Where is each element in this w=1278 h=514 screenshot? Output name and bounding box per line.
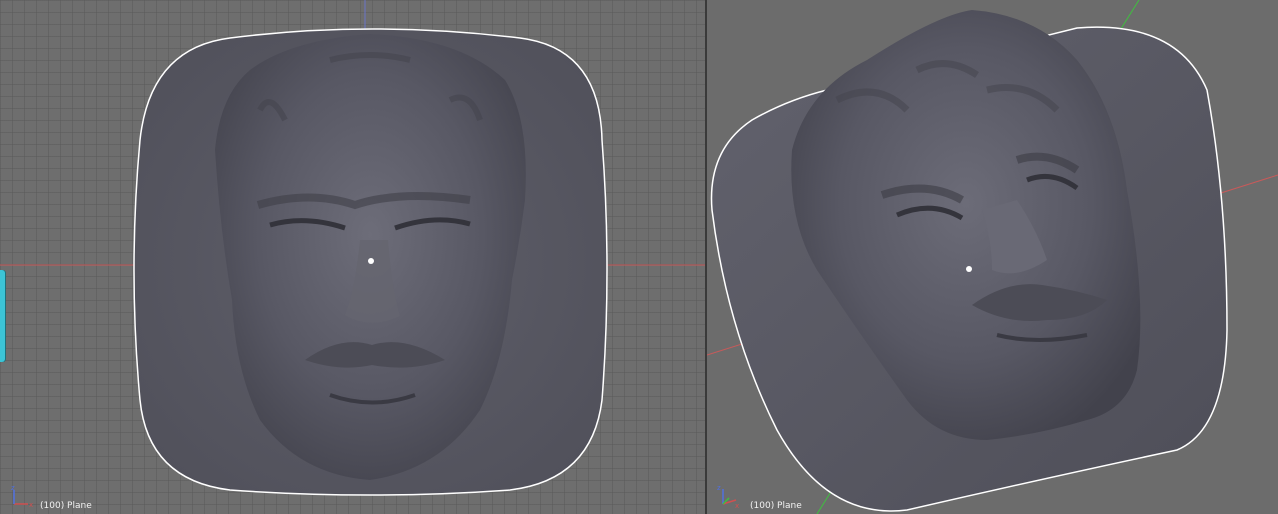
object-label: (100) Plane: [40, 501, 92, 511]
front-view-scene: [0, 0, 705, 496]
svg-text:z: z: [717, 484, 721, 492]
origin-dot-icon: [966, 266, 972, 272]
origin-dot-icon: [368, 258, 374, 264]
svg-text:z: z: [11, 484, 15, 492]
svg-text:x: x: [29, 501, 33, 509]
svg-text:x: x: [735, 502, 739, 510]
perspective-view-scene: [707, 0, 1278, 514]
axis-gizmo-icon: x z: [11, 484, 33, 509]
right-3d-viewport[interactable]: x z (100) Plane: [707, 0, 1278, 514]
tool-shelf-tab[interactable]: [0, 270, 5, 362]
left-3d-viewport[interactable]: x z (100) Plane: [0, 0, 705, 514]
object-label: (100) Plane: [750, 501, 802, 511]
axis-gizmo-icon: x z: [717, 484, 739, 510]
